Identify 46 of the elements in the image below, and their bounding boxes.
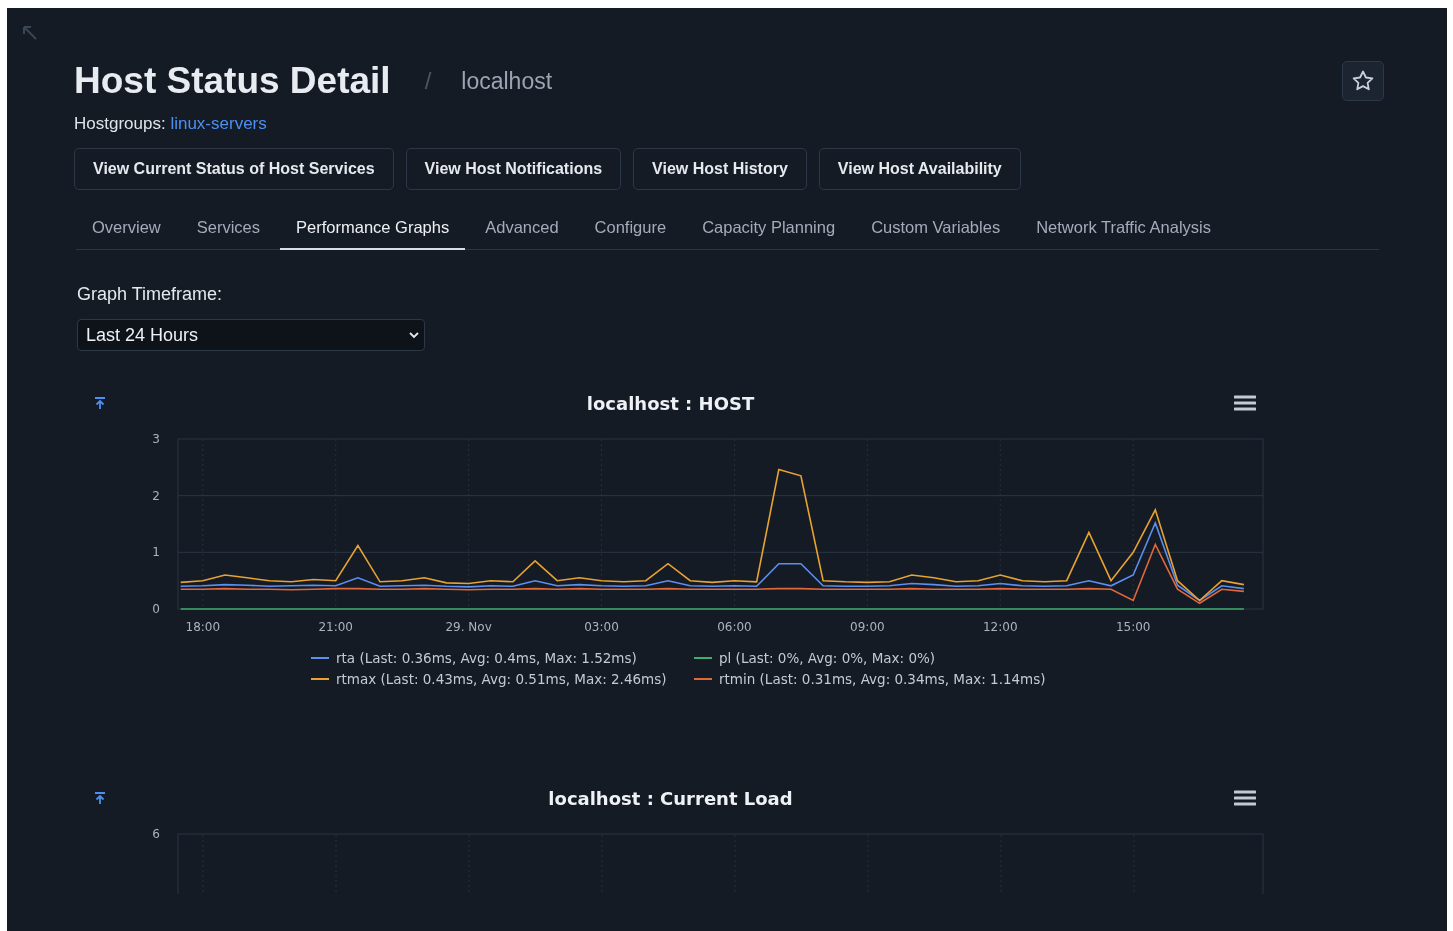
axis-label: 06:00	[717, 620, 752, 634]
axis-label: 12:00	[983, 620, 1018, 634]
tab[interactable]: Services	[180, 208, 277, 250]
axis-label: 15:00	[1115, 620, 1151, 634]
legend-text[interactable]: pl (Last: 0%, Avg: 0%, Max: 0%)	[719, 650, 936, 666]
action-button[interactable]: View Current Status of Host Services	[74, 148, 394, 190]
action-button[interactable]: View Host Availability	[818, 148, 1021, 190]
host-name: localhost	[461, 67, 553, 95]
tab[interactable]: Configure	[578, 208, 683, 250]
axis-label: 09:00	[850, 620, 885, 634]
menu-icon[interactable]	[1234, 789, 1256, 807]
axis-label: 18:00	[185, 620, 221, 634]
legend-text[interactable]: rtmax (Last: 0.43ms, Avg: 0.51ms, Max: 2.46ms)	[336, 671, 667, 687]
page-title: Host Status Detail	[74, 60, 391, 102]
action-button[interactable]: View Host History	[633, 148, 807, 190]
axis-label: 0	[152, 602, 160, 616]
star-icon	[1351, 69, 1375, 93]
axis-label: 21:00	[318, 620, 353, 634]
breadcrumb-separator: /	[424, 67, 432, 95]
axis-label: 29. Nov	[445, 620, 492, 634]
menu-icon[interactable]	[1234, 394, 1256, 412]
tab[interactable]: Network Traffic Analysis	[1020, 208, 1227, 250]
timeframe-value: Last 24 Hours	[86, 324, 199, 346]
hostgroup-link[interactable]: linux-servers	[170, 114, 267, 133]
collapse-icon[interactable]	[93, 396, 107, 410]
tab[interactable]: Advanced	[469, 208, 575, 250]
action-button[interactable]: View Host Notifications	[405, 148, 622, 190]
tab[interactable]: Custom Variables	[855, 208, 1017, 250]
legend-text[interactable]: rtmin (Last: 0.31ms, Avg: 0.34ms, Max: 1.14ms)	[719, 671, 1046, 687]
collapse-icon[interactable]	[93, 791, 107, 805]
timeframe-select[interactable]: Last 24 Hours	[77, 319, 425, 351]
favorite-button[interactable]	[1342, 61, 1384, 101]
tab[interactable]: Overview	[76, 208, 177, 250]
hostgroups-text: Hostgroups: linux-servers	[74, 114, 268, 134]
chart-title: localhost : HOST	[586, 392, 755, 414]
tab[interactable]: Performance Graphs	[280, 208, 466, 250]
axis-label: 03:00	[584, 620, 619, 634]
axis-label: 2	[152, 488, 160, 503]
tab[interactable]: Capacity Planning	[686, 208, 852, 250]
chevron-down-icon	[408, 331, 420, 339]
axis-label: 3	[152, 432, 160, 446]
timeframe-label: Graph Timeframe:	[77, 284, 224, 305]
legend-text[interactable]: rta (Last: 0.36ms, Avg: 0.4ms, Max: 1.52ms)	[336, 650, 637, 666]
axis-label: 6	[152, 827, 160, 841]
axis-label: 1	[152, 545, 160, 560]
chart-title: localhost : Current Load	[548, 787, 793, 809]
